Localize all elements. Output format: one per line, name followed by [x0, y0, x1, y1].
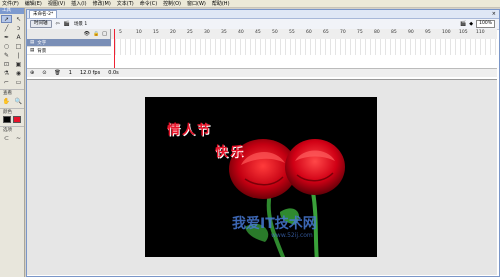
- menu-item[interactable]: 命令(C): [140, 0, 157, 8]
- ruler-frame-number: 80: [374, 30, 380, 35]
- layer-row[interactable]: ▤ 文字: [27, 39, 111, 47]
- add-guide-layer-icon[interactable]: ⊙: [42, 70, 46, 76]
- smooth-option-icon[interactable]: ~: [13, 134, 24, 142]
- timeline-toggle-button[interactable]: 时间轴: [30, 20, 52, 28]
- layer-row[interactable]: ▤ 背景: [27, 47, 111, 55]
- options-section-label: 选项: [0, 126, 24, 133]
- greeting-line-1[interactable]: 情人节: [167, 119, 212, 138]
- menu-bar: 文件(F) 编辑(E) 视图(V) 插入(I) 修改(M) 文本(T) 命令(C) 控制(O)…: [0, 0, 500, 8]
- elapsed-time: 0.0s: [108, 70, 119, 76]
- insert-layer-icon[interactable]: ⊕: [30, 70, 34, 76]
- ruler-frame-number: 40: [238, 30, 244, 35]
- zoom-select[interactable]: 100%: [476, 20, 495, 28]
- arrow-tool-icon[interactable]: ➚: [1, 15, 12, 23]
- stage-area: 情人节 快乐 我爱IT技术网 www.52ij.com: [27, 80, 497, 275]
- close-icon[interactable]: ×: [492, 11, 496, 17]
- ruler-frame-number: 55: [289, 30, 295, 35]
- menu-item[interactable]: 文件(F): [2, 0, 19, 8]
- scene-name: 场景 1: [73, 22, 88, 27]
- layer-name[interactable]: 文字: [37, 40, 46, 46]
- zoom-tool-icon[interactable]: 🔍: [13, 97, 24, 105]
- eye-icon[interactable]: 👁: [84, 31, 90, 37]
- ink-bottle-tool-icon[interactable]: ⚗: [1, 69, 12, 77]
- hand-tool-icon[interactable]: ✋: [1, 97, 12, 105]
- menu-item[interactable]: 文本(T): [117, 0, 134, 8]
- ruler-frame-number: 15: [153, 30, 159, 35]
- stroke-color-swatch[interactable]: [3, 116, 11, 123]
- eyedropper-tool-icon[interactable]: ⌐: [1, 78, 12, 86]
- document-tab[interactable]: 未命名-2*: [29, 10, 58, 18]
- ruler-frame-number: 110: [476, 30, 485, 35]
- ruler-frame-number: 50: [272, 30, 278, 35]
- ruler-frame-number: 100: [442, 30, 451, 35]
- eraser-tool-icon[interactable]: ▭: [13, 78, 24, 86]
- ruler-frame-number: 30: [204, 30, 210, 35]
- menu-item[interactable]: 窗口(W): [187, 0, 206, 8]
- text-tool-icon[interactable]: A: [13, 33, 24, 41]
- edit-scene-icon[interactable]: 🎬: [460, 21, 466, 27]
- greeting-line-2[interactable]: 快乐: [215, 141, 245, 160]
- menu-item[interactable]: 修改(M): [93, 0, 111, 8]
- watermark-url: www.52ij.com: [271, 232, 313, 239]
- fill-transform-tool-icon[interactable]: ▣: [13, 60, 24, 68]
- ruler-frame-number: 25: [187, 30, 193, 35]
- ruler-frame-number: 65: [323, 30, 329, 35]
- subselect-tool-icon[interactable]: ↖: [13, 15, 24, 23]
- ruler-frame-number: 5: [119, 30, 122, 35]
- back-arrow-icon[interactable]: ⇦: [56, 21, 60, 27]
- oval-tool-icon[interactable]: ○: [1, 42, 12, 50]
- lasso-tool-icon[interactable]: ↄ: [13, 24, 24, 32]
- ruler-frame-number: 95: [425, 30, 431, 35]
- paint-bucket-tool-icon[interactable]: ◉: [13, 69, 24, 77]
- ruler-frame-number: 75: [357, 30, 363, 35]
- line-tool-icon[interactable]: ╱: [1, 24, 12, 32]
- menu-item[interactable]: 视图(V): [48, 0, 65, 8]
- rectangle-tool-icon[interactable]: □: [13, 42, 24, 50]
- frame-grid[interactable]: [111, 29, 497, 69]
- outline-icon[interactable]: □: [102, 31, 107, 37]
- layer-icon: ▤: [30, 48, 35, 53]
- layer-name[interactable]: 背景: [37, 48, 46, 54]
- menu-item[interactable]: 帮助(H): [212, 0, 230, 8]
- delete-layer-icon[interactable]: 🗑: [54, 70, 60, 76]
- current-frame: 1: [68, 70, 72, 76]
- layer-icon: ▤: [30, 40, 35, 45]
- ruler-frame-number: 45: [255, 30, 261, 35]
- ruler-frame-number: 60: [306, 30, 312, 35]
- timeline-panel: 👁 🔒 □ 5 10 15 20 25 30 35 40 45 50 55 60 65 70 75 80 85 9…: [27, 29, 497, 80]
- brush-tool-icon[interactable]: ❘: [13, 51, 24, 59]
- edit-symbol-icon[interactable]: ◆: [469, 21, 473, 27]
- ruler-frame-number: 20: [170, 30, 176, 35]
- pencil-tool-icon[interactable]: ✎: [1, 51, 12, 59]
- ruler-frame-number: 70: [340, 30, 346, 35]
- view-section-label: 查看: [0, 89, 24, 96]
- toolbox: 工具 ➚ ↖ ╱ ↄ ✒ A ○ □ ✎ ❘ ⊡ ▣ ⚗ ◉ ⌐ ▭ 查看 ✋ …: [0, 8, 25, 277]
- ruler-frame-number: 90: [408, 30, 414, 35]
- ruler-frame-number: 105: [459, 30, 468, 35]
- lock-icon[interactable]: 🔒: [93, 31, 99, 37]
- ruler-frame-number: 85: [391, 30, 397, 35]
- playhead[interactable]: [114, 29, 115, 69]
- stage-canvas[interactable]: 情人节 快乐: [145, 97, 377, 257]
- menu-item[interactable]: 插入(I): [71, 0, 86, 8]
- fill-color-swatch[interactable]: [13, 116, 21, 123]
- ruler-frame-number: 10: [136, 30, 142, 35]
- snap-option-icon[interactable]: ⊂: [1, 134, 12, 142]
- scene-icon: 🎬: [63, 21, 70, 27]
- menu-item[interactable]: 编辑(E): [25, 0, 42, 8]
- transform-tool-icon[interactable]: ⊡: [1, 60, 12, 68]
- pen-tool-icon[interactable]: ✒: [1, 33, 12, 41]
- frame-rate: 12.0 fps: [79, 70, 101, 76]
- watermark-logo: 我爱IT技术网: [232, 216, 317, 232]
- menu-item[interactable]: 控制(O): [163, 0, 181, 8]
- color-section-label: 颜色: [0, 108, 24, 115]
- ruler-frame-number: 35: [221, 30, 227, 35]
- document-window: 未命名-2* × 时间轴 ⇦ 🎬 场景 1 🎬 ◆ 100% 👁 🔒 □ 5 10…: [26, 9, 500, 277]
